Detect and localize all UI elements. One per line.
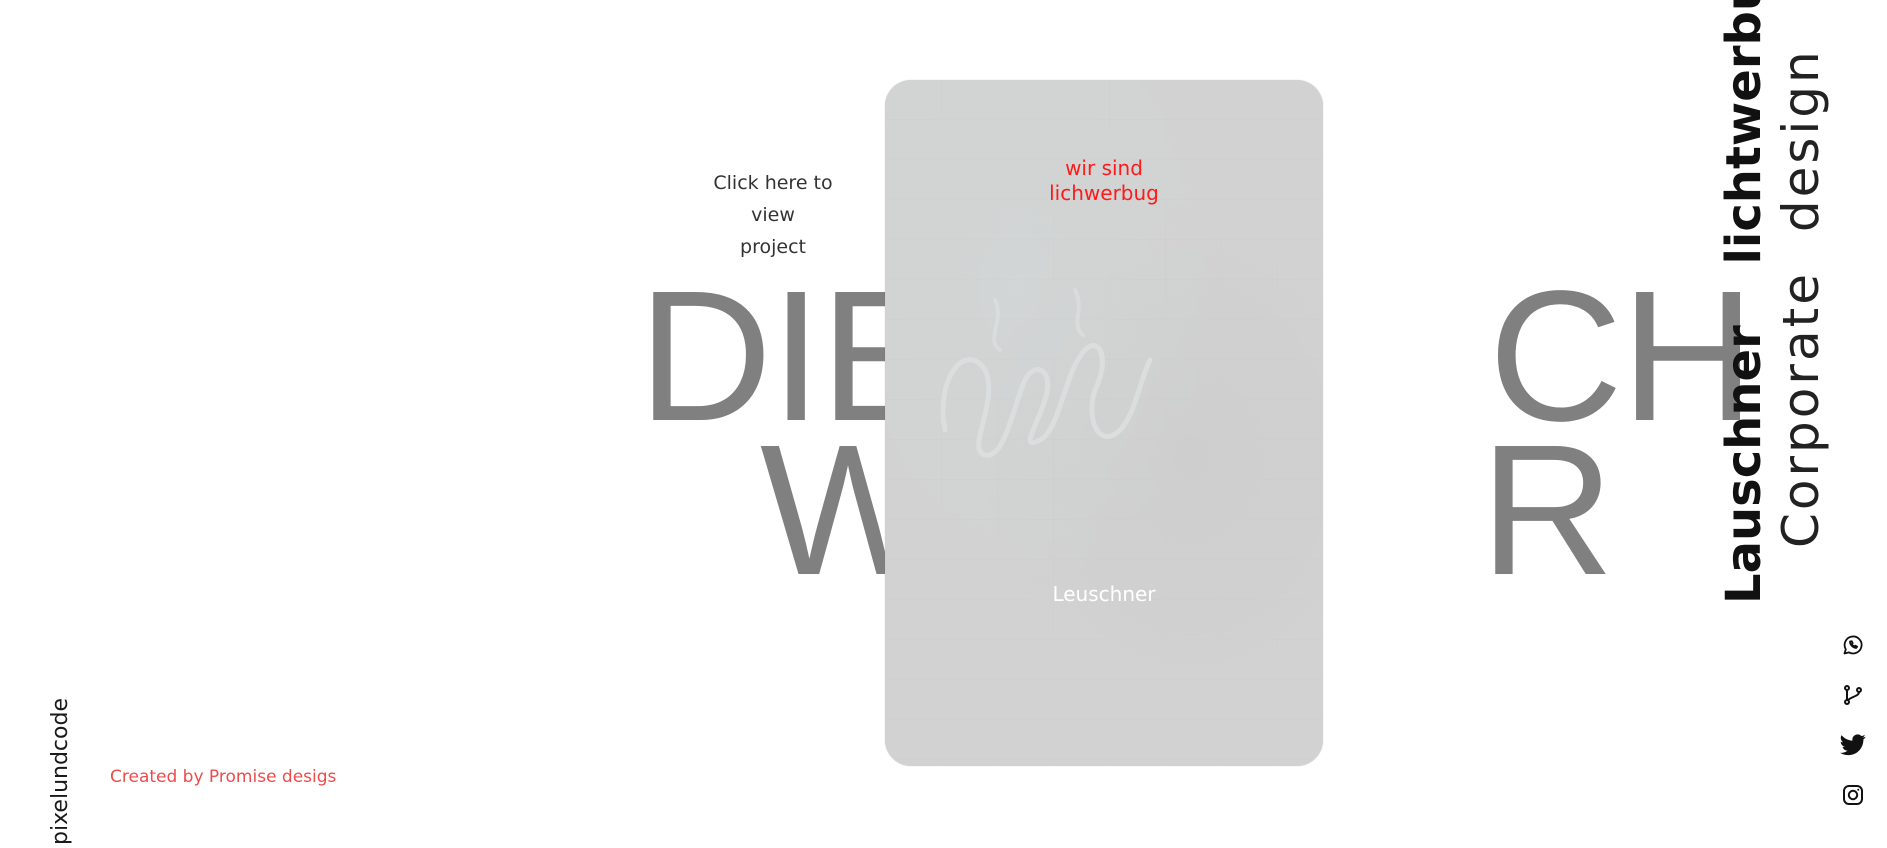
card-client-name: Leuschner — [1052, 582, 1156, 606]
brand-logo-text[interactable]: pixelundcode — [48, 698, 73, 845]
view-project-line-1: Click here to view — [713, 172, 833, 226]
view-project-line-2: project — [740, 236, 806, 258]
card-tagline: wir sind lichwerbug — [885, 156, 1323, 206]
whatsapp-icon[interactable] — [1838, 630, 1868, 660]
project-title-vertical: Lauschner lichtwerbung — [1716, 0, 1772, 604]
view-project-link[interactable]: Click here to view project — [690, 167, 856, 263]
project-card[interactable]: wir sind lichwerbug Leuschner — [885, 80, 1323, 766]
social-links — [1838, 630, 1868, 830]
twitter-icon[interactable] — [1838, 730, 1868, 760]
card-tagline-line-1: wir sind — [1065, 156, 1143, 180]
git-branch-icon[interactable] — [1838, 680, 1868, 710]
project-subtitle-vertical: Corporate design — [1772, 48, 1830, 548]
credit-link[interactable]: Created by Promise desigs — [110, 767, 336, 787]
page: DIE CH W R wir sind lichwerbug Leuschner… — [0, 0, 1887, 848]
card-tagline-line-2: lichwerbug — [1049, 181, 1159, 205]
instagram-icon[interactable] — [1838, 780, 1868, 810]
